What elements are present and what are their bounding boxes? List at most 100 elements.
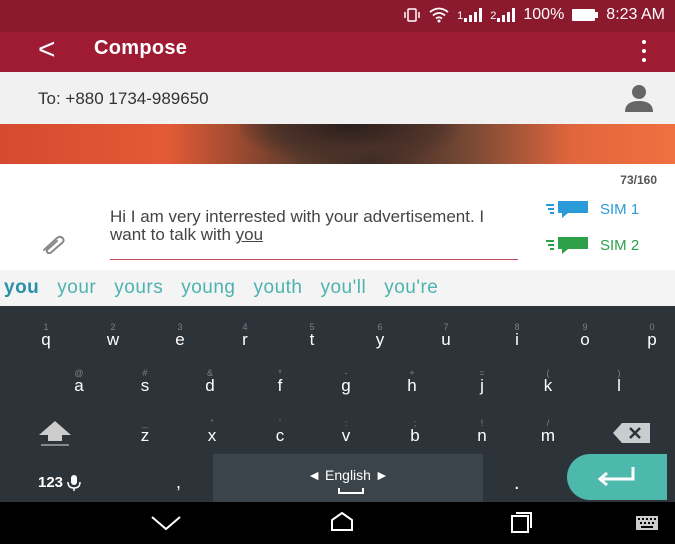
- key-hint: _: [142, 418, 148, 428]
- suggestion-strip: you your yours young youth you'll you're: [0, 270, 675, 306]
- key-label: x: [207, 426, 217, 445]
- key-hint: ): [617, 368, 621, 378]
- key-s[interactable]: # s: [125, 368, 165, 396]
- key-label: u: [441, 330, 451, 349]
- key-o[interactable]: 9o: [565, 322, 605, 350]
- signal-sim1-label: 1: [457, 10, 464, 22]
- suggestion-item[interactable]: you: [4, 277, 39, 299]
- key-label: r: [242, 330, 248, 349]
- signal-sim1: 1: [457, 8, 483, 22]
- key-label: e: [175, 330, 185, 349]
- period-key[interactable]: .: [514, 472, 520, 495]
- key-label: s: [140, 376, 150, 395]
- key-label: j: [480, 376, 484, 395]
- message-input[interactable]: Hi I am very interrested with your adver…: [110, 208, 520, 244]
- key-label: q: [41, 330, 51, 349]
- comma-key[interactable]: ,: [176, 472, 181, 493]
- signal-sim2: 2: [490, 8, 516, 22]
- key-f[interactable]: * f: [260, 368, 300, 396]
- nav-recents-icon[interactable]: [508, 510, 536, 534]
- battery-icon: [572, 9, 599, 21]
- battery-percent: 100%: [523, 6, 565, 23]
- key-hint: +: [409, 368, 415, 378]
- key-t[interactable]: 5t: [292, 322, 332, 350]
- microphone-icon: [67, 474, 81, 491]
- sim2-label: SIM 2: [600, 236, 640, 254]
- key-k[interactable]: (k: [528, 368, 568, 396]
- paperclip-icon[interactable]: [40, 234, 66, 254]
- vibrate-icon: [404, 8, 420, 22]
- key-hint: ;: [413, 418, 417, 428]
- key-g[interactable]: -g: [326, 368, 366, 396]
- contact-person-icon[interactable]: [623, 84, 655, 112]
- navigation-bar: [0, 502, 675, 544]
- key-c[interactable]: ' c: [260, 418, 300, 446]
- app-bar: < Compose: [0, 32, 675, 72]
- status-bar: 1 2 100% 8:23 AM: [0, 0, 675, 32]
- key-w[interactable]: 2w: [93, 322, 133, 350]
- key-label: l: [617, 376, 621, 395]
- numbers-key[interactable]: 123: [38, 474, 81, 491]
- key-hint: &: [206, 368, 213, 378]
- key-hint: ": [210, 418, 214, 428]
- key-r[interactable]: 4r: [225, 322, 265, 350]
- key-h[interactable]: + h: [392, 368, 432, 396]
- suggestion-item[interactable]: yours: [114, 277, 163, 299]
- shift-icon[interactable]: [35, 419, 75, 447]
- key-q[interactable]: 1q: [26, 322, 66, 350]
- key-hint: 2: [110, 322, 116, 332]
- key-hint: 1: [43, 322, 49, 332]
- sim1-label: SIM 1: [600, 200, 640, 218]
- key-x[interactable]: " x: [192, 418, 232, 446]
- send-sim1-button[interactable]: SIM 1: [546, 200, 639, 218]
- key-y[interactable]: 6y: [360, 322, 400, 350]
- key-label: t: [309, 330, 315, 349]
- key-i[interactable]: 8i: [497, 322, 537, 350]
- keyboard-switch-icon[interactable]: [636, 516, 658, 530]
- key-label: c: [275, 426, 285, 445]
- send-sim2-button[interactable]: SIM 2: [546, 236, 639, 254]
- key-e[interactable]: 3e: [160, 322, 200, 350]
- space-bar-icon: [338, 488, 364, 494]
- key-label: p: [647, 330, 657, 349]
- space-key[interactable]: ◄ English ►: [213, 454, 483, 502]
- key-z[interactable]: _ z: [125, 418, 165, 446]
- key-label: i: [515, 330, 519, 349]
- key-u[interactable]: 7u: [426, 322, 466, 350]
- key-m[interactable]: / m: [528, 418, 568, 446]
- backspace-icon[interactable]: [612, 422, 652, 444]
- recipient-bar[interactable]: To: +880 1734-989650: [0, 72, 675, 125]
- suggestion-item[interactable]: you'll: [320, 277, 366, 299]
- suggestion-item[interactable]: you're: [384, 277, 438, 299]
- key-n[interactable]: ! n: [462, 418, 502, 446]
- back-arrow-icon[interactable]: <: [38, 34, 56, 66]
- key-a[interactable]: @ a: [59, 368, 99, 396]
- message-underline: [110, 259, 518, 260]
- nav-back-icon[interactable]: [148, 510, 184, 534]
- key-d[interactable]: & d: [190, 368, 230, 396]
- enter-icon: [597, 467, 635, 487]
- key-v[interactable]: :v: [326, 418, 366, 446]
- key-l[interactable]: ) l: [599, 368, 639, 396]
- key-hint: *: [278, 368, 282, 378]
- key-hint: 7: [443, 322, 449, 332]
- key-hint: 9: [582, 322, 588, 332]
- overflow-menu-icon[interactable]: [641, 40, 647, 62]
- suggestion-item[interactable]: young: [181, 277, 235, 299]
- language-label: ◄ English ►: [307, 467, 389, 483]
- key-label: f: [277, 376, 283, 395]
- key-j[interactable]: = j: [462, 368, 502, 396]
- status-icons: 1 2 100% 8:23 AM: [403, 6, 665, 24]
- recipient-field[interactable]: To: +880 1734-989650: [38, 89, 209, 109]
- suggestion-item[interactable]: youth: [254, 277, 303, 299]
- key-p[interactable]: 0p: [632, 322, 672, 350]
- key-label: g: [341, 376, 351, 395]
- suggestion-item[interactable]: your: [57, 277, 96, 299]
- enter-key[interactable]: [567, 454, 667, 500]
- key-hint: -: [344, 368, 348, 378]
- keyboard: 123 , ◄ English ► . 1q 2w 3e 4r 5t 6y 7u 8i 9o 0p…: [0, 306, 675, 502]
- signal-sim2-label: 2: [490, 10, 497, 22]
- key-b[interactable]: ; b: [395, 418, 435, 446]
- contact-photo-strip: [0, 124, 675, 164]
- nav-home-icon[interactable]: [328, 510, 356, 534]
